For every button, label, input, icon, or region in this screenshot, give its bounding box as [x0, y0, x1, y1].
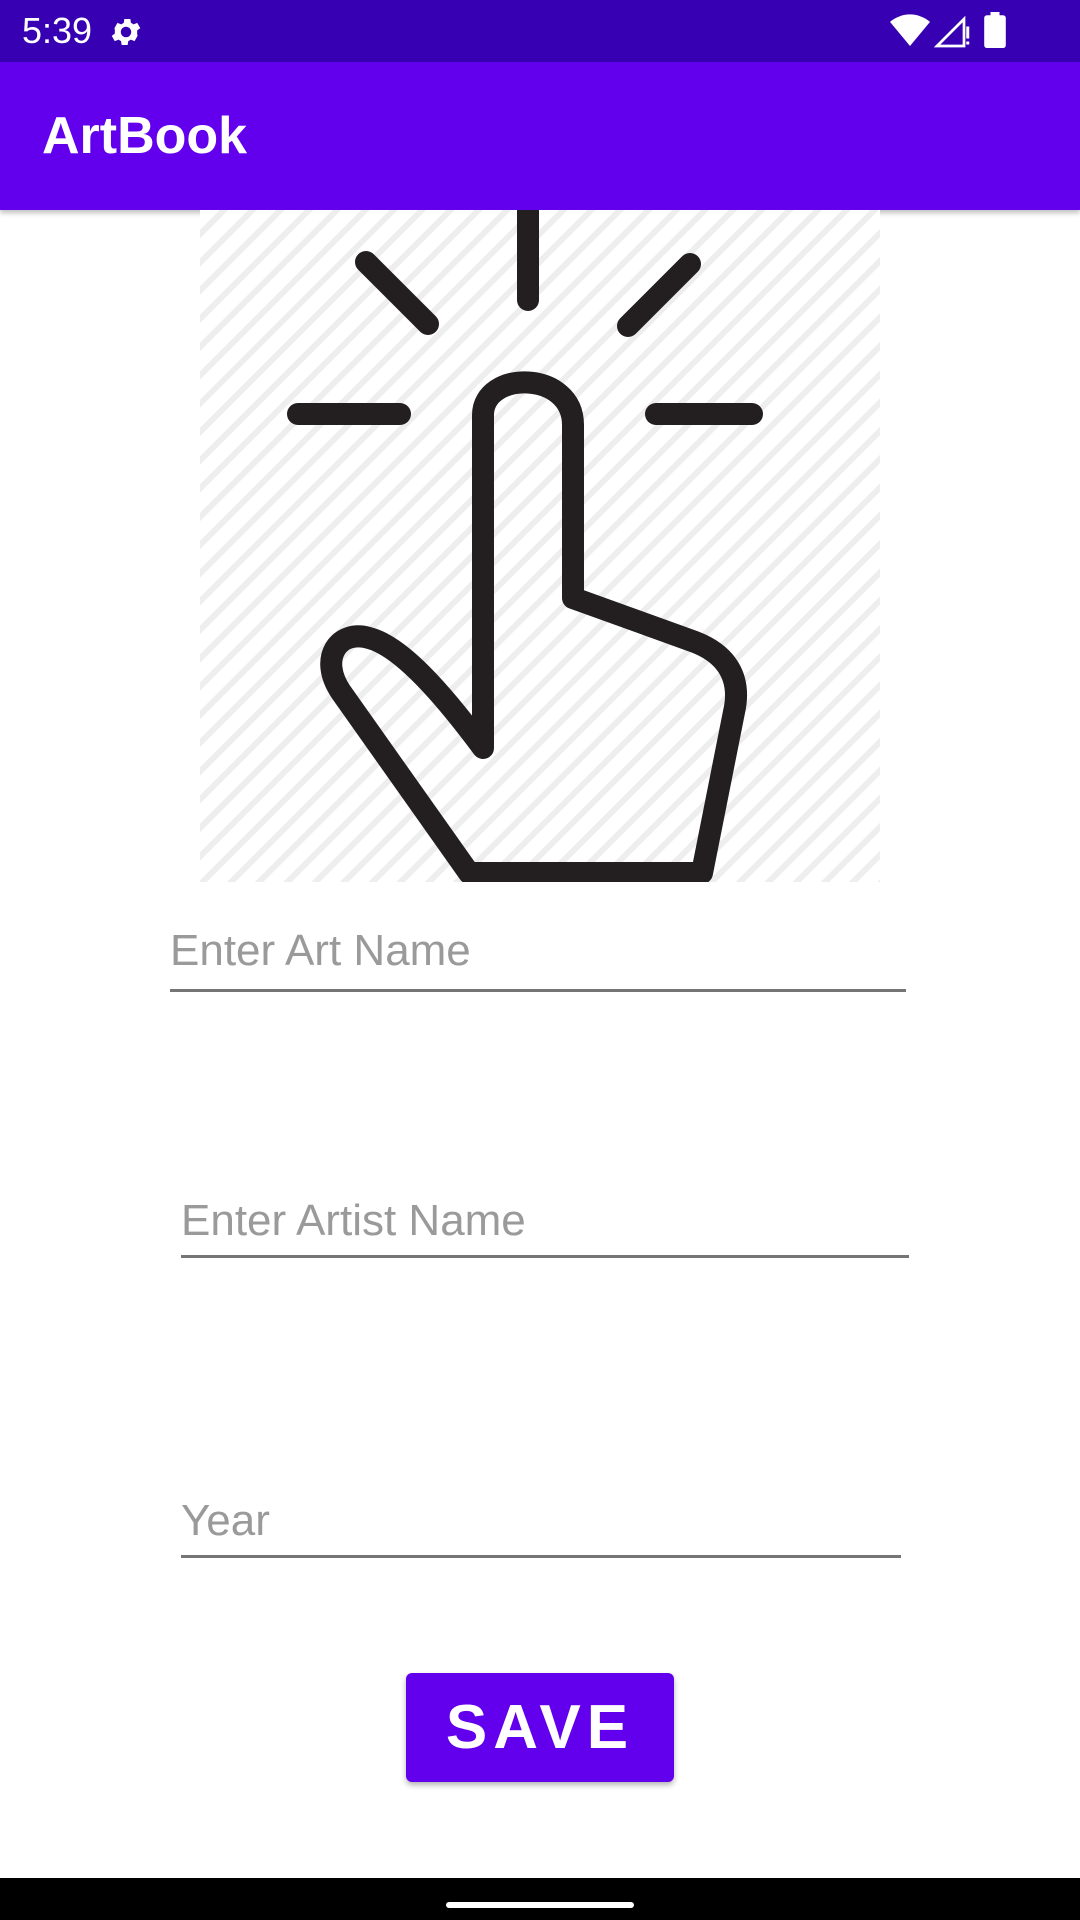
status-bar: 5:39	[0, 0, 1080, 62]
save-button[interactable]: SAVE	[406, 1673, 674, 1782]
signal-icon	[934, 15, 970, 48]
status-time: 5:39	[22, 10, 93, 51]
artist-name-input[interactable]	[181, 1186, 909, 1258]
navigation-bar	[0, 1878, 1080, 1920]
tap-hand-icon	[287, 210, 763, 882]
app-title: ArtBook	[42, 107, 248, 165]
home-gesture-handle[interactable]	[446, 1902, 634, 1908]
select-image-area[interactable]	[200, 210, 880, 882]
year-input[interactable]	[181, 1486, 901, 1558]
gear-icon	[111, 18, 141, 46]
battery-icon	[984, 12, 1006, 48]
wifi-icon	[890, 14, 930, 47]
app-bar: ArtBook	[0, 62, 1080, 210]
art-name-input[interactable]	[170, 912, 906, 992]
